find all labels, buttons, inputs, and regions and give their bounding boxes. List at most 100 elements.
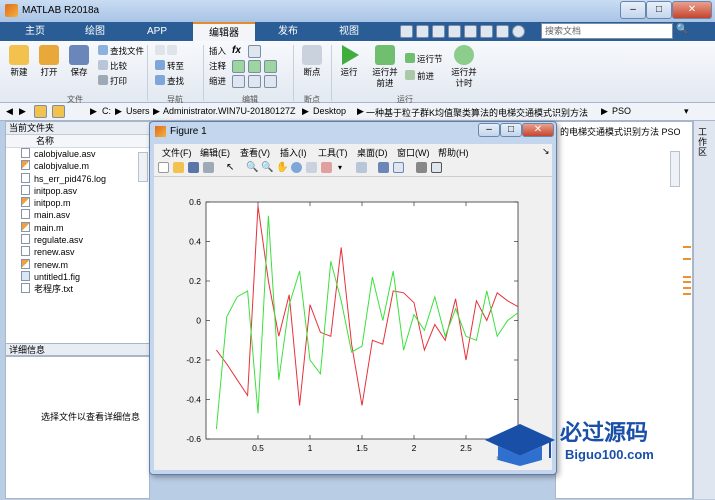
menu-help[interactable]: 帮助(H): [438, 146, 469, 159]
colorbar-icon[interactable]: [378, 162, 389, 173]
code-analyzer-mark[interactable]: [683, 281, 691, 283]
paste-quick-icon[interactable]: [448, 25, 461, 38]
tab-home[interactable]: 主页: [6, 22, 64, 41]
browse-folder-icon[interactable]: [52, 105, 65, 118]
show-plot-tools-icon[interactable]: [431, 162, 442, 173]
code-analyzer-mark[interactable]: [683, 287, 691, 289]
open-file-icon[interactable]: [173, 162, 184, 173]
redo-quick-icon[interactable]: [480, 25, 493, 38]
uncomment-icon[interactable]: [248, 60, 261, 73]
find-button[interactable]: 查找: [155, 75, 184, 87]
save-button[interactable]: 保存: [64, 45, 94, 78]
copy-quick-icon[interactable]: [432, 25, 445, 38]
workspace-side-tab[interactable]: 工作区: [693, 121, 715, 499]
menu-window[interactable]: 窗口(W): [397, 146, 430, 159]
figure-maximize-button[interactable]: □: [500, 123, 522, 137]
file-list-item[interactable]: calobjvalue.m: [6, 160, 149, 172]
editor-scrollbar[interactable]: [670, 151, 680, 187]
comment-icon[interactable]: [232, 60, 245, 73]
cut-quick-icon[interactable]: [416, 25, 429, 38]
search-docs-input[interactable]: 搜索文档: [541, 23, 673, 39]
advance-button[interactable]: 前进: [405, 70, 434, 82]
comment-button[interactable]: 注释: [209, 60, 226, 72]
find-files-button[interactable]: 查找文件: [98, 45, 144, 57]
rotate-3d-icon[interactable]: [291, 162, 302, 173]
file-list-item[interactable]: calobjvalue.asv: [6, 148, 149, 160]
brush-icon[interactable]: [321, 162, 332, 173]
data-cursor-icon[interactable]: [306, 162, 317, 173]
run-button[interactable]: 运行: [334, 45, 364, 78]
editor-tab-title[interactable]: 的电梯交通模式识别方法 PSO: [560, 125, 681, 138]
file-list-item[interactable]: renew.asv: [6, 246, 149, 258]
path-segment[interactable]: 一种基于粒子群K均值聚类算法的电梯交通模式识别方法 PSO: [366, 106, 590, 119]
tab-apps[interactable]: APP: [126, 22, 188, 41]
file-list-item[interactable]: renew.m: [6, 258, 149, 271]
code-analyzer-mark[interactable]: [683, 246, 691, 248]
file-list-item[interactable]: initpop.m: [6, 197, 149, 209]
forward-arrow-icon[interactable]: ▶: [19, 106, 26, 117]
file-list-item[interactable]: regulate.asv: [6, 234, 149, 246]
decrease-indent-icon[interactable]: [264, 75, 277, 88]
new-button[interactable]: 新建: [4, 45, 34, 78]
path-dropdown-icon[interactable]: ▾: [684, 106, 689, 117]
tab-editor[interactable]: 编辑器: [193, 22, 255, 41]
search-icon[interactable]: 🔍: [676, 24, 688, 35]
save-quick-icon[interactable]: [400, 25, 413, 38]
code-analyzer-mark[interactable]: [683, 258, 691, 260]
path-segment[interactable]: Administrator.WIN7U-20180127Z: [163, 106, 296, 116]
dock-arrow-icon[interactable]: ↘: [542, 146, 550, 157]
undo-quick-icon[interactable]: [464, 25, 477, 38]
switch-windows-icon[interactable]: [496, 25, 509, 38]
wrap-comment-icon[interactable]: [264, 60, 277, 73]
file-list-item[interactable]: initpop.asv: [6, 184, 149, 197]
zoom-in-icon[interactable]: 🔍: [246, 162, 258, 173]
run-advance-button[interactable]: 运行并 前进: [368, 45, 402, 89]
path-segment[interactable]: Users: [126, 106, 150, 116]
pan-hand-icon[interactable]: ✋: [276, 162, 288, 173]
folder-up-icon[interactable]: [34, 105, 47, 118]
print-button[interactable]: 打印: [98, 75, 127, 87]
file-list-item[interactable]: 老程序.txt: [6, 283, 149, 295]
file-list-item[interactable]: main.asv: [6, 209, 149, 221]
link-plot-icon[interactable]: [356, 162, 367, 173]
back-arrow-icon[interactable]: ◀: [6, 106, 13, 117]
file-list-item[interactable]: untitled1.fig: [6, 270, 149, 283]
path-segment[interactable]: Desktop: [313, 106, 346, 116]
zoom-out-icon[interactable]: 🔍: [261, 162, 273, 173]
figure-close-button[interactable]: ✕: [522, 123, 554, 137]
menu-insert[interactable]: 插入(I): [280, 146, 307, 159]
help-icon[interactable]: [512, 25, 525, 38]
menu-view[interactable]: 查看(V): [240, 146, 270, 159]
file-list-item[interactable]: hs_err_pid476.log: [6, 172, 149, 185]
file-list-item[interactable]: main.m: [6, 221, 149, 234]
new-figure-icon[interactable]: [158, 162, 169, 173]
insert-section-icon[interactable]: [248, 45, 261, 58]
menu-tools[interactable]: 工具(T): [318, 146, 348, 159]
figure-minimize-button[interactable]: ‒: [478, 123, 500, 137]
run-section-button[interactable]: 运行节: [405, 53, 443, 65]
pointer-icon[interactable]: ↖: [226, 162, 237, 173]
goto-button[interactable]: 转至: [155, 60, 184, 72]
open-button[interactable]: 打开: [34, 45, 64, 78]
save-figure-icon[interactable]: [188, 162, 199, 173]
hide-plot-tools-icon[interactable]: [416, 162, 427, 173]
tab-publish[interactable]: 发布: [258, 22, 318, 41]
code-analyzer-mark[interactable]: [683, 293, 691, 295]
indent-button[interactable]: 缩进: [209, 75, 226, 87]
tab-plots[interactable]: 绘图: [66, 22, 124, 41]
path-segment[interactable]: PSO: [612, 106, 631, 116]
print-figure-icon[interactable]: [203, 162, 214, 173]
minimize-button[interactable]: ‒: [620, 1, 646, 19]
compare-button[interactable]: 比较: [98, 60, 127, 72]
brush-dropdown-icon[interactable]: ▾: [338, 162, 349, 173]
legend-icon[interactable]: [393, 162, 404, 173]
code-analyzer-mark[interactable]: [683, 276, 691, 278]
increase-indent-icon[interactable]: [248, 75, 261, 88]
insert-button[interactable]: 插入: [209, 45, 226, 57]
menu-desktop[interactable]: 桌面(D): [357, 146, 388, 159]
tab-view[interactable]: 视图: [320, 22, 378, 41]
smart-indent-icon[interactable]: [232, 75, 245, 88]
maximize-button[interactable]: □: [646, 1, 672, 19]
name-column-header[interactable]: 名称: [6, 135, 149, 148]
file-list-scrollbar[interactable]: [138, 152, 148, 182]
